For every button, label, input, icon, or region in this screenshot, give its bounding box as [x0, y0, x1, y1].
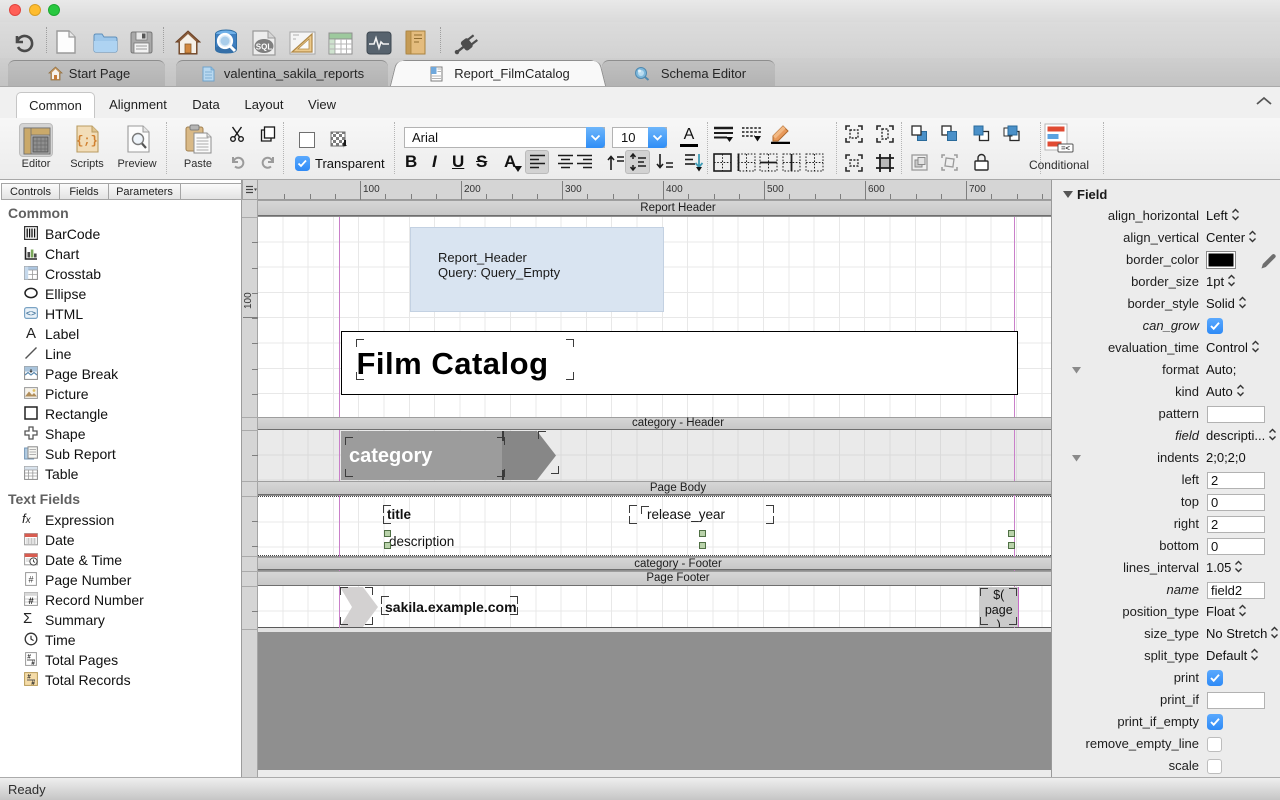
svg-text:{;}: {;} — [76, 134, 98, 148]
svg-text:SQL: SQL — [256, 43, 273, 52]
svg-text:#: # — [28, 575, 33, 585]
svg-text:#: # — [31, 680, 35, 686]
svg-text:=<: =< — [1061, 144, 1070, 153]
svg-text:#: # — [31, 660, 35, 666]
svg-text:#: # — [28, 596, 34, 606]
svg-text:<>: <> — [26, 308, 36, 318]
